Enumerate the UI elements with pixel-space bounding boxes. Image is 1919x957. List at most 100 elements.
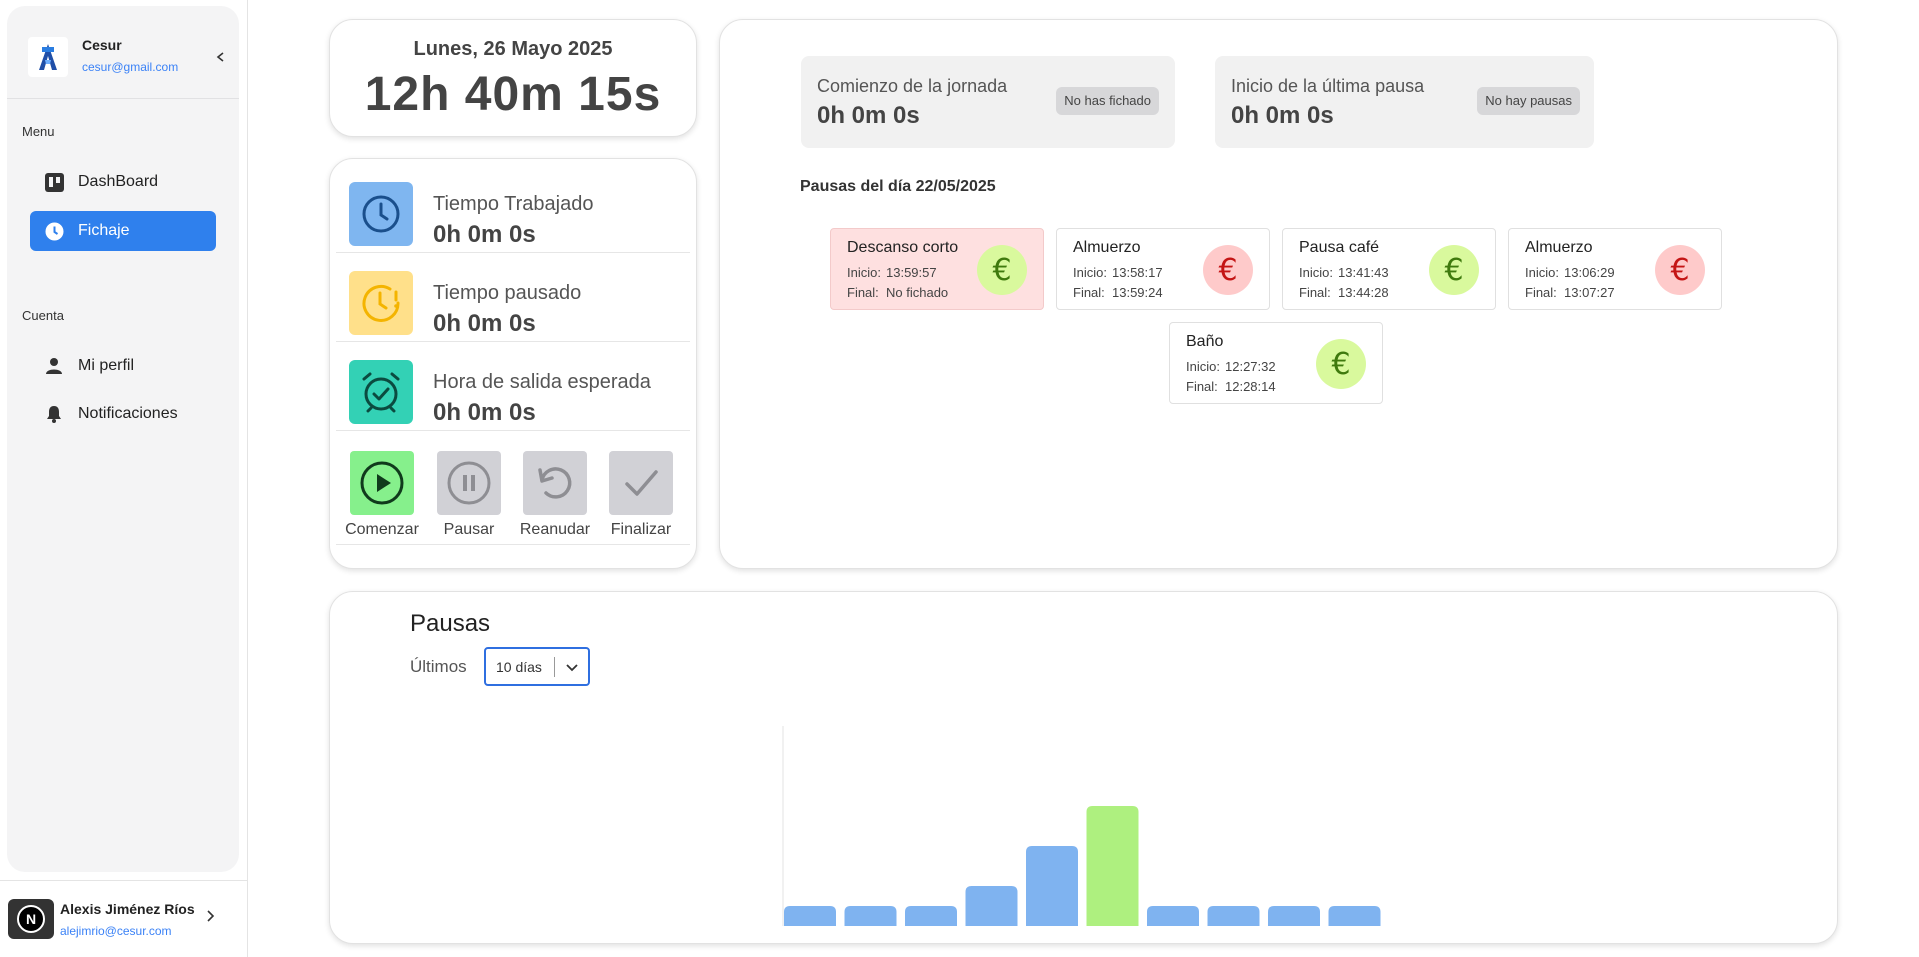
rotate-ccw-icon (523, 451, 587, 515)
chart-bar (1086, 806, 1139, 926)
chart-bar (965, 886, 1018, 926)
sidebar-item-mi-perfil[interactable]: Mi perfil (30, 346, 216, 386)
pause-time-value: 13:59:57 (886, 265, 937, 280)
finish-button[interactable]: Finalizar (601, 451, 681, 539)
user-profile-menu[interactable]: N Alexis Jiménez Ríos alejimrio@cesur.co… (0, 880, 248, 957)
status-badge: No hay pausas (1477, 87, 1580, 115)
start-button[interactable]: Comenzar (342, 451, 422, 539)
pause-time-value: 12:27:32 (1225, 359, 1276, 374)
info-value: 0h 0m 0s (1231, 102, 1334, 129)
bell-icon (44, 404, 64, 424)
chart-bar (1207, 906, 1260, 926)
pause-time-value: No fichado (886, 285, 949, 300)
pause-time-key: Final: (847, 285, 879, 300)
unpaid-euro-icon: € (1655, 245, 1705, 295)
chart-bar (905, 906, 957, 926)
pause-icon (437, 451, 501, 515)
chart-bar (1026, 846, 1078, 926)
stat-label: Hora de salida esperada (433, 371, 651, 393)
sidebar-item-label: DashBoard (78, 173, 159, 190)
chart-bar (1147, 906, 1199, 926)
check-icon (609, 451, 673, 515)
unpaid-euro-icon: € (1203, 245, 1253, 295)
user-email: alejimrio@cesur.com (60, 924, 172, 938)
pause-time-row: Inicio: 13:59:57 (847, 265, 937, 280)
chart-bar (844, 906, 897, 926)
paid-euro-icon: € (977, 245, 1027, 295)
pause-time-key: Final: (1299, 285, 1331, 300)
stat-value: 0h 0m 0s (433, 399, 536, 426)
chevron-left-icon (216, 52, 224, 62)
pause-card[interactable]: Almuerzo Inicio: 13:58:17 Final: 13:59:24 € (1056, 228, 1270, 310)
sidebar-item-dashboard[interactable]: DashBoard (30, 162, 216, 202)
pause-card[interactable]: Baño Inicio: 12:27:32 Final: 12:28:14 € (1169, 322, 1383, 404)
pause-title: Almuerzo (1073, 239, 1141, 256)
chart-bar (1328, 906, 1381, 926)
sidebar-item-label: Notificaciones (78, 405, 178, 422)
play-icon (350, 451, 414, 515)
sidebar-item-label: Fichaje (78, 222, 130, 239)
sidebar-panel: Cesur cesur@gmail.com Menu DashBoard Fic… (7, 6, 239, 872)
action-label: Pausar (443, 521, 495, 538)
pause-time-key: Inicio: (1073, 265, 1107, 280)
avatar-initial: N (17, 905, 45, 933)
clock-icon (349, 182, 413, 246)
divider (7, 98, 239, 99)
pause-time-row: Final: 12:28:14 (1186, 379, 1276, 394)
pause-time-row: Inicio: 13:06:29 (1525, 265, 1615, 280)
pause-card[interactable]: Descanso corto Inicio: 13:59:57 Final: No fi… (830, 228, 1044, 310)
status-badge: No has fichado (1056, 87, 1159, 115)
action-label: Reanudar (519, 521, 591, 538)
pause-time-value: 13:44:28 (1338, 285, 1389, 300)
user-icon (44, 356, 64, 376)
pause-time-value: 12:28:14 (1225, 379, 1276, 394)
sidebar-item-notificaciones[interactable]: Notificaciones (30, 394, 216, 434)
section-title-menu: Menu (22, 124, 55, 139)
chart-bar (1268, 906, 1320, 926)
info-label: Inicio de la última pausa (1231, 76, 1425, 96)
org-header: Cesur cesur@gmail.com (21, 31, 231, 81)
clock-icon (44, 221, 64, 241)
pause-time-row: Inicio: 13:58:17 (1073, 265, 1163, 280)
pause-card[interactable]: Almuerzo Inicio: 13:06:29 Final: 13:07:27 € (1508, 228, 1722, 310)
pause-time-key: Inicio: (1186, 359, 1220, 374)
info-value: 0h 0m 0s (817, 102, 920, 129)
pauses-day-title: Pausas del día 22/05/2025 (800, 178, 996, 195)
sidebar: Cesur cesur@gmail.com Menu DashBoard Fic… (0, 0, 248, 957)
pause-card[interactable]: Pausa café Inicio: 13:41:43 Final: 13:44:28 € (1282, 228, 1496, 310)
resume-button[interactable]: Reanudar (515, 451, 595, 539)
pause-title: Baño (1186, 333, 1224, 350)
alarm-check-icon (349, 360, 413, 424)
pause-button[interactable]: Pausar (429, 451, 509, 539)
chart-bar (784, 906, 836, 926)
stat-worked-time: Tiempo Trabajado 0h 0m 0s (336, 165, 690, 253)
stat-expected-exit: Hora de salida esperada 0h 0m 0s (336, 343, 690, 431)
pauses-chart-card: Pausas Últimos 10 días (329, 591, 1838, 944)
pause-time-value: 13:06:29 (1564, 265, 1615, 280)
section-title-account: Cuenta (22, 308, 64, 323)
workday-card: Comienzo de la jornada 0h 0m 0s No has f… (719, 19, 1838, 569)
last-pause-box: Inicio de la última pausa 0h 0m 0s No ha… (1215, 56, 1594, 148)
stat-value: 0h 0m 0s (433, 310, 536, 337)
pause-time-value: 13:59:24 (1112, 285, 1163, 300)
chevron-right-icon (207, 910, 215, 922)
sidebar-item-fichaje[interactable]: Fichaje (30, 211, 216, 251)
board-icon (44, 172, 64, 192)
bar-chart (782, 726, 1381, 926)
org-logo (28, 37, 68, 77)
collapse-sidebar-button[interactable] (211, 47, 231, 67)
stat-value: 0h 0m 0s (433, 221, 536, 248)
pause-title: Pausa café (1299, 239, 1380, 256)
paid-euro-icon: € (1316, 339, 1366, 389)
pause-time-key: Final: (1525, 285, 1557, 300)
sidebar-item-label: Mi perfil (78, 357, 135, 374)
current-time: 12h 40m 15s (364, 68, 662, 121)
current-date: Lunes, 26 Mayo 2025 (413, 38, 613, 60)
pause-time-row: Inicio: 12:27:32 (1186, 359, 1276, 374)
stat-paused-time: Tiempo pausado 0h 0m 0s (336, 254, 690, 342)
stat-label: Tiempo pausado (433, 282, 582, 304)
pause-title: Descanso corto (847, 239, 959, 256)
pause-time-row: Final: 13:44:28 (1299, 285, 1389, 300)
pause-time-key: Inicio: (847, 265, 881, 280)
pause-time-value: 13:58:17 (1112, 265, 1163, 280)
